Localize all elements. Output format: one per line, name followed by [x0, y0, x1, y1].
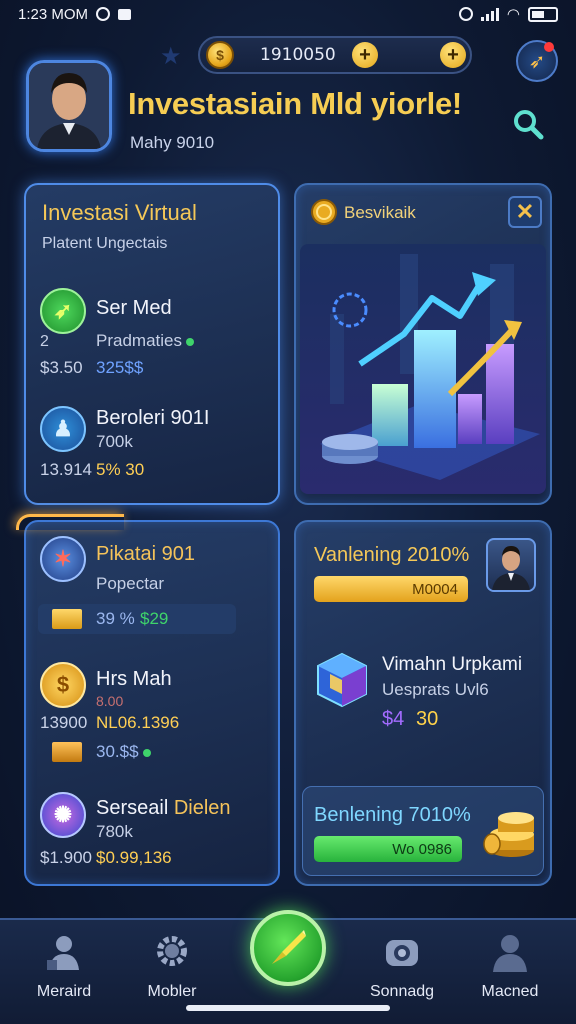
- item-sub: 700k: [96, 432, 133, 451]
- item-value-b: 325$$: [96, 358, 144, 377]
- item-value-a: 13900: [40, 713, 88, 732]
- item-sub: Popectar: [96, 574, 165, 593]
- star-icon: ★: [160, 43, 182, 70]
- clock-icon: [458, 7, 473, 21]
- nav-item-sonnadg[interactable]: Sonnadg: [352, 930, 452, 1001]
- item-value-b: $0.99,136: [96, 848, 172, 867]
- nav-item-meraird[interactable]: Meraird: [14, 930, 114, 1001]
- alarm-icon: [96, 7, 111, 21]
- item-title: Serseail Dielen: [96, 797, 231, 819]
- coin-balance: 1910050: [260, 45, 336, 65]
- status-bar: 1:23 MOM ◠: [0, 0, 576, 28]
- rocket-icon: [272, 930, 306, 964]
- person-icon[interactable]: ♟: [40, 406, 86, 452]
- card-progress: Wo 0986: [314, 836, 462, 862]
- launch-button[interactable]: [250, 910, 326, 986]
- item-title: Hrs Mah: [96, 668, 172, 690]
- item-value-a: 30.$$: [96, 742, 151, 762]
- item-value-a: $3.50: [40, 358, 83, 377]
- camera-icon: [386, 940, 418, 966]
- gold-bar-icon: [52, 609, 82, 629]
- coin-icon[interactable]: $: [40, 662, 86, 708]
- item-value-a: 13.914: [40, 460, 92, 479]
- coin-icon: $: [206, 41, 234, 69]
- panel-title: Besvikaik: [344, 203, 416, 222]
- gear-icon: [157, 936, 187, 966]
- rocket-icon: ➶: [528, 50, 546, 73]
- notification-icon: [118, 8, 132, 20]
- nav-label: Meraird: [36, 983, 92, 1000]
- item-sub: 8.00: [96, 693, 124, 709]
- add-gems-button[interactable]: +: [440, 42, 466, 68]
- rocket-button[interactable]: ➶: [516, 40, 558, 82]
- item-value-b: 30: [416, 708, 439, 730]
- battery-icon: [528, 6, 558, 22]
- item-title: Vimahn Urpkami: [382, 654, 523, 675]
- nav-label: Macned: [481, 983, 539, 1000]
- manager-avatar[interactable]: [486, 538, 536, 592]
- compass-icon[interactable]: ✶: [40, 536, 86, 582]
- item-value-a: 39 %: [96, 609, 135, 628]
- status-time: 1:23 MOM: [18, 5, 89, 23]
- avatar[interactable]: [26, 60, 112, 152]
- item-sub: 780k: [96, 822, 133, 841]
- card-title: Benlening 7010%: [314, 804, 471, 826]
- nebula-icon[interactable]: ✺: [40, 792, 86, 838]
- signal-icon: [480, 7, 499, 21]
- close-icon: ✕: [515, 199, 535, 224]
- home-indicator[interactable]: [186, 1005, 390, 1011]
- panel-title: Investasi Virtual: [42, 200, 197, 225]
- panel-subtitle: Platent Ungectais: [42, 235, 168, 252]
- lending-progress: M0004: [314, 576, 468, 602]
- profile-icon: [493, 935, 527, 972]
- item-qty: 2: [40, 333, 49, 350]
- wifi-icon: ◠: [506, 6, 520, 23]
- box-icon: [52, 742, 82, 762]
- page-subtitle: Mahy 9010: [130, 133, 215, 152]
- avatar-portrait-icon: [492, 546, 530, 590]
- user-icon: [47, 936, 79, 970]
- growth-chart-illustration: [300, 244, 546, 494]
- item-title: Beroleri 901I: [96, 407, 210, 429]
- item-title: Ser Med: [96, 297, 172, 319]
- page-title: Investasiain Mld yiorle!: [128, 86, 462, 121]
- cube-icon[interactable]: [314, 650, 370, 710]
- item-value-a: $4: [382, 708, 405, 730]
- search-icon[interactable]: [512, 108, 544, 140]
- add-coins-button[interactable]: +: [352, 42, 378, 68]
- coin-balance-bar: $ 1910050: [198, 36, 472, 74]
- nav-label: Mobler: [147, 983, 197, 1000]
- item-value-b: $29: [140, 609, 169, 628]
- nav-label: Sonnadg: [369, 983, 435, 1000]
- item-value-b: 5% 30: [96, 460, 145, 479]
- close-button[interactable]: ✕: [508, 196, 542, 228]
- item-value-b: NL06.1396: [96, 713, 180, 732]
- item-sub: Pradmaties: [96, 331, 194, 351]
- highlight-glow: [16, 514, 124, 530]
- panel-title: Vanlening 2010%: [314, 544, 470, 566]
- item-sub: Uesprats Uvl6: [382, 680, 489, 699]
- coin-icon: [311, 199, 337, 225]
- avatar-portrait-icon: [29, 63, 109, 149]
- nav-item-mobler[interactable]: Mobler: [122, 930, 222, 1001]
- nav-item-macned[interactable]: Macned: [460, 930, 560, 1001]
- rocket-icon[interactable]: ➶: [40, 288, 86, 334]
- notification-dot: [544, 42, 554, 52]
- item-title: Pikatai 901: [96, 543, 195, 565]
- gold-coins-icon: [483, 812, 534, 857]
- item-value-a: $1.900: [40, 848, 92, 867]
